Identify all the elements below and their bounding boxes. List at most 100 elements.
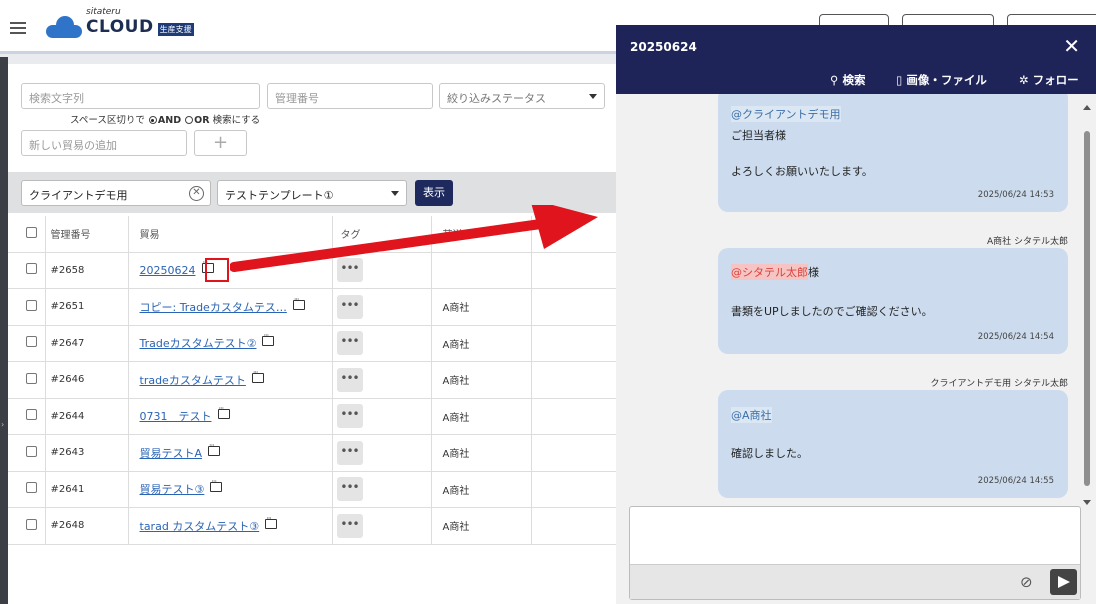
close-icon[interactable]: ✕ <box>1063 35 1080 57</box>
row-checkbox[interactable] <box>26 263 37 275</box>
trade-link[interactable]: 20250624 <box>140 264 196 277</box>
row-trade-cell: 貿易テスト③ <box>128 471 333 508</box>
chat-follow-button[interactable]: ✲ フォロー <box>1019 72 1079 88</box>
table-row[interactable]: #2644 0731 テスト ••• A商社 <box>8 398 618 435</box>
client-filter[interactable]: クライアントデモ用 ✕ <box>21 180 211 206</box>
row-checkbox[interactable] <box>26 445 37 457</box>
client-filter-value: クライアントデモ用 <box>29 189 128 202</box>
number-search-input[interactable]: 管理番号 <box>267 83 433 109</box>
header-number[interactable]: 管理番号 <box>45 216 129 253</box>
chat-search-button[interactable]: ⚲ 検索 <box>830 72 865 88</box>
message-line: 書類をUPしましたのでご確認ください。 <box>731 305 933 318</box>
table-row[interactable]: #2646 tradeカスタムテスト ••• A商社 <box>8 361 618 399</box>
message-mention[interactable]: @A商社 <box>731 407 772 423</box>
chat-panel: 20250624 ✕ ⚲ 検索 ▯ 画像・ファイル ✲ フォロー @クライアント… <box>616 25 1096 604</box>
template-select[interactable]: テストテンプレート① <box>217 180 407 206</box>
row-tag-cell: ••• <box>332 434 432 472</box>
message-sender: A商社 シタテル太郎 <box>986 237 1068 247</box>
row-number: #2644 <box>45 398 129 435</box>
trade-link[interactable]: 貿易テストA <box>140 447 203 460</box>
hamburger-menu-icon[interactable] <box>10 22 26 34</box>
search-icon: ⚲ <box>830 73 839 87</box>
message-time: 2025/06/24 14:53 <box>977 190 1054 200</box>
table-row[interactable]: #2647 Tradeカスタムテスト② ••• A商社 <box>8 325 618 362</box>
chat-search-label: 検索 <box>842 73 866 87</box>
row-check-cell <box>8 398 46 435</box>
more-button[interactable]: ••• <box>336 440 363 465</box>
row-number: #2658 <box>45 252 129 289</box>
expand-chevron-icon[interactable]: › <box>1 420 4 429</box>
chat-icon[interactable] <box>292 295 305 310</box>
trade-link[interactable]: コピー: Tradeカスタムテス… <box>140 301 287 314</box>
chat-title: 20250624 <box>630 40 697 54</box>
table-row[interactable]: #2641 貿易テスト③ ••• A商社 <box>8 471 618 508</box>
more-button[interactable]: ••• <box>336 331 363 356</box>
message-mention[interactable]: @シタテル太郎 <box>731 264 808 280</box>
trade-link[interactable]: 貿易テスト③ <box>140 483 205 496</box>
table-row[interactable]: #2643 貿易テストA ••• A商社 <box>8 434 618 472</box>
more-button[interactable]: ••• <box>336 513 363 538</box>
message-mention[interactable]: @クライアントデモ用 <box>731 106 841 122</box>
row-shipper: A商社 <box>431 398 532 435</box>
message-sender: クライアントデモ用 シタテル太郎 <box>930 379 1068 389</box>
bell-icon: ✲ <box>1019 73 1029 87</box>
chat-icon[interactable] <box>265 514 278 529</box>
add-trade-button[interactable]: + <box>194 130 247 156</box>
select-all-checkbox[interactable] <box>26 226 37 238</box>
table-row[interactable]: #2651 コピー: Tradeカスタムテス… ••• A商社 <box>8 288 618 326</box>
clear-icon[interactable]: ✕ <box>189 186 204 201</box>
chat-files-button[interactable]: ▯ 画像・ファイル <box>896 72 987 88</box>
chat-icon[interactable] <box>251 368 264 383</box>
chat-icon[interactable] <box>210 477 223 493</box>
message-bubble: @A商社 確認しました。 2025/06/24 14:55 <box>718 390 1068 498</box>
trade-link[interactable]: 0731 テスト <box>140 410 212 423</box>
row-tag-cell: ••• <box>332 471 432 508</box>
trade-link[interactable]: Tradeカスタムテスト② <box>140 337 257 350</box>
logo-small-text: sitateru <box>86 7 121 17</box>
row-tag-cell: ••• <box>332 361 432 399</box>
logo-badge: 生産支援 <box>157 22 194 36</box>
side-collapse-strip[interactable]: › <box>0 57 8 604</box>
trade-link[interactable]: tradeカスタムテスト <box>140 374 246 387</box>
status-filter-select[interactable]: 絞り込みステータス <box>439 83 605 109</box>
row-checkbox[interactable] <box>26 336 37 348</box>
table-row[interactable]: #2648 tarad カスタムテスト③ ••• A商社 <box>8 507 618 545</box>
or-radio[interactable] <box>185 116 194 124</box>
keyword-search-input[interactable]: 検索文字列 <box>21 83 260 109</box>
more-button[interactable]: ••• <box>336 367 363 392</box>
and-radio[interactable] <box>148 116 157 124</box>
send-button[interactable] <box>1050 569 1077 595</box>
row-checkbox[interactable] <box>26 518 37 530</box>
or-label: OR <box>194 115 210 126</box>
chat-icon[interactable] <box>208 441 221 456</box>
message-composer[interactable]: ⊘ <box>629 506 1081 600</box>
row-checkbox[interactable] <box>26 372 37 384</box>
row-shipper: A商社 <box>431 325 532 362</box>
scroll-thumb[interactable] <box>1084 131 1090 486</box>
row-checkbox[interactable] <box>26 299 37 311</box>
app-logo[interactable]: sitateru CLOUD 生産支援 <box>46 7 194 42</box>
show-button[interactable]: 表示 <box>415 180 453 206</box>
scroll-up-icon[interactable] <box>1083 105 1091 110</box>
row-shipper: A商社 <box>431 288 532 326</box>
new-trade-input[interactable]: 新しい貿易の追加 <box>21 130 187 156</box>
row-tag-cell: ••• <box>332 507 432 545</box>
more-button[interactable]: ••• <box>336 477 363 502</box>
scroll-down-icon[interactable] <box>1083 500 1091 505</box>
chat-icon[interactable] <box>262 331 275 347</box>
chat-scrollbar[interactable] <box>1082 101 1092 505</box>
more-button[interactable]: ••• <box>336 404 363 429</box>
status-filter-label: 絞り込みステータス <box>447 92 546 105</box>
row-extra <box>531 288 618 326</box>
hint-suffix: 検索にする <box>212 115 261 126</box>
paperclip-icon[interactable]: ⊘ <box>1020 573 1033 591</box>
message-bubble: @クライアントデモ用 ご担当者様 よろしくお願いいたします。 2025/06/2… <box>718 94 1068 212</box>
row-checkbox[interactable] <box>26 482 37 494</box>
row-trade-cell: 0731 テスト <box>128 398 333 435</box>
more-button[interactable]: ••• <box>336 294 363 319</box>
row-checkbox[interactable] <box>26 409 37 421</box>
row-extra <box>531 507 618 545</box>
chat-icon[interactable] <box>217 404 230 420</box>
trade-link[interactable]: tarad カスタムテスト③ <box>140 520 260 533</box>
row-shipper: A商社 <box>431 361 532 399</box>
